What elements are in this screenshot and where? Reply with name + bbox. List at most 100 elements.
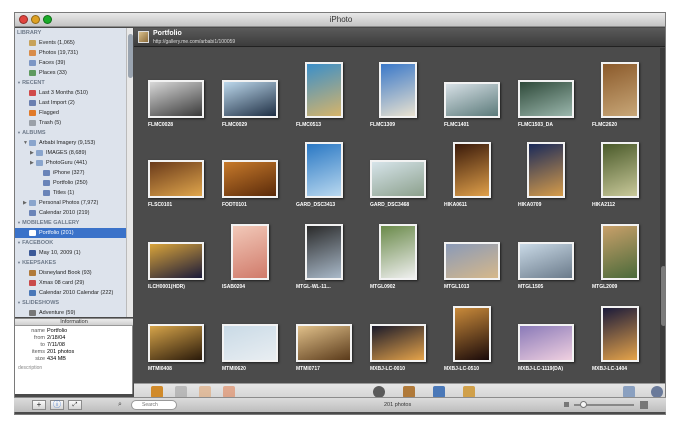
photo-cell[interactable]: GARD_DSC3468 xyxy=(366,132,446,212)
photo-cell[interactable]: MTGL1013 xyxy=(440,214,520,294)
photo-title[interactable]: MTGL1505 xyxy=(518,284,543,290)
sidebar-section-header[interactable]: ▼ MOBILEME GALLERY xyxy=(15,218,132,228)
photo-title[interactable]: FLMC1309 xyxy=(370,122,395,128)
photo-thumbnail[interactable] xyxy=(601,62,639,118)
photo-thumbnail[interactable] xyxy=(148,242,204,280)
sidebar-item[interactable]: Adventure (59) xyxy=(15,308,132,317)
photo-cell[interactable]: FODT0101 xyxy=(218,132,298,212)
photo-title[interactable]: MTGL2009 xyxy=(592,284,617,290)
photo-cell[interactable]: FLMC2620 xyxy=(588,52,665,132)
album-url-link[interactable]: http://gallery.me.com/arbabi1/100059 xyxy=(153,39,235,45)
sidebar-item[interactable]: iPhone (327) xyxy=(15,168,132,178)
photo-thumbnail[interactable] xyxy=(518,324,574,362)
photo-thumbnail[interactable] xyxy=(370,160,426,198)
photo-title[interactable]: MTMI0408 xyxy=(148,366,172,372)
photo-title[interactable]: FLMC0029 xyxy=(222,122,247,128)
photo-cell[interactable]: FLMC0513 xyxy=(292,52,372,132)
photo-title[interactable]: MTGL1013 xyxy=(444,284,469,290)
photo-thumbnail[interactable] xyxy=(370,324,426,362)
photo-cell[interactable]: MTGL2009 xyxy=(588,214,665,294)
photo-cell[interactable]: MTGL1505 xyxy=(514,214,594,294)
photo-title[interactable]: GARD_DSC3468 xyxy=(370,202,409,208)
photo-thumbnail[interactable] xyxy=(518,242,574,280)
sidebar-item[interactable]: Portfolio (250) xyxy=(15,178,132,188)
photo-title[interactable]: MXBJ-LC-0010 xyxy=(370,366,405,372)
photo-title[interactable]: MTGL-WL-11... xyxy=(296,284,331,290)
photo-thumbnail[interactable] xyxy=(518,80,574,118)
photo-cell[interactable]: FLSC0101 xyxy=(144,132,224,212)
sidebar-item[interactable]: Places (33) xyxy=(15,68,132,78)
photo-cell[interactable]: MXBJ-LC-0010 xyxy=(366,296,446,376)
photo-title[interactable]: MTMI0620 xyxy=(222,366,246,372)
sidebar-item[interactable]: Faces (39) xyxy=(15,58,132,68)
photo-title[interactable]: FLMC1503_DA xyxy=(518,122,553,128)
photo-cell[interactable]: FLMC1401 xyxy=(440,52,520,132)
photo-thumbnail[interactable] xyxy=(305,224,343,280)
photo-cell[interactable]: MXBJ-LC-1404 xyxy=(588,296,665,376)
sidebar-item[interactable]: ▶ IMAGES (8,689) xyxy=(15,148,132,158)
photo-thumbnail[interactable] xyxy=(148,160,204,198)
photo-cell[interactable]: HIKA0611 xyxy=(440,132,520,212)
sidebar-item[interactable]: ▶ Personal Photos (7,972) xyxy=(15,198,132,208)
sidebar-item[interactable]: Calendar 2010 Calendar (222) xyxy=(15,288,132,298)
sidebar-section-header[interactable]: ▼ ALBUMS xyxy=(15,128,132,138)
photo-thumbnail[interactable] xyxy=(148,324,204,362)
photo-thumbnail[interactable] xyxy=(453,306,491,362)
photo-cell[interactable]: FLMC0029 xyxy=(218,52,298,132)
photo-thumbnail[interactable] xyxy=(222,80,278,118)
photo-thumbnail[interactable] xyxy=(453,142,491,198)
photo-thumbnail[interactable] xyxy=(527,142,565,198)
photo-cell[interactable]: ILCH0001(HDR) xyxy=(144,214,224,294)
photo-grid-scroll-thumb[interactable] xyxy=(661,266,665,326)
photo-title[interactable]: FLMC1401 xyxy=(444,122,469,128)
sidebar-item[interactable]: Disneyland Book (93) xyxy=(15,268,132,278)
photo-thumbnail[interactable] xyxy=(222,160,278,198)
photo-cell[interactable]: ISAB0204 xyxy=(218,214,298,294)
sidebar-item[interactable]: Xmas 08 card (29) xyxy=(15,278,132,288)
photo-cell[interactable]: FLMC1309 xyxy=(366,52,446,132)
sidebar-item[interactable]: Flagged xyxy=(15,108,132,118)
photo-cell[interactable]: FLMC1503_DA xyxy=(514,52,594,132)
photo-cell[interactable]: MXBJ-LC-0510 xyxy=(440,296,520,376)
photo-cell[interactable]: MTGL-WL-11... xyxy=(292,214,372,294)
photo-title[interactable]: FODT0101 xyxy=(222,202,247,208)
photo-title[interactable]: FLMC0028 xyxy=(148,122,173,128)
sidebar-item[interactable]: Last Import (2) xyxy=(15,98,132,108)
photo-title[interactable]: HIKA2112 xyxy=(592,202,615,208)
photo-cell[interactable]: MTMI0408 xyxy=(144,296,224,376)
information-header[interactable]: Information xyxy=(15,318,133,326)
photo-title[interactable]: MXBJ-LC-1404 xyxy=(592,366,627,372)
sidebar-section-header[interactable]: ▼ SLIDESHOWS xyxy=(15,298,132,308)
search-input[interactable] xyxy=(131,400,177,410)
info-button[interactable]: ⓘ xyxy=(50,400,64,410)
photo-thumbnail[interactable] xyxy=(231,224,269,280)
photo-title[interactable]: MTMI0717 xyxy=(296,366,320,372)
photo-cell[interactable]: MTGL0902 xyxy=(366,214,446,294)
sidebar-section-header[interactable]: ▼ RECENT xyxy=(15,78,132,88)
description-field[interactable]: description xyxy=(15,365,132,371)
sidebar-section-header[interactable]: LIBRARY xyxy=(15,28,132,38)
zoom-slider-knob[interactable] xyxy=(580,401,587,408)
sidebar-item[interactable]: Trash (5) xyxy=(15,118,132,128)
photo-grid-scrollbar[interactable] xyxy=(660,48,665,383)
photo-title[interactable]: HIKA0709 xyxy=(518,202,541,208)
photo-title[interactable]: ISAB0204 xyxy=(222,284,245,290)
sidebar-item[interactable]: ▶ PhotoGuru (441) xyxy=(15,158,132,168)
photo-thumbnail[interactable] xyxy=(444,242,500,280)
sidebar-item[interactable]: Events (1,065) xyxy=(15,38,132,48)
sidebar-item[interactable]: Last 3 Months (510) xyxy=(15,88,132,98)
photo-title[interactable]: FLMC2620 xyxy=(592,122,617,128)
photo-cell[interactable]: HIKA2112 xyxy=(588,132,665,212)
photo-title[interactable]: FLSC0101 xyxy=(148,202,172,208)
search-filter-icon[interactable]: ⌕ xyxy=(118,401,122,409)
photo-cell[interactable]: GARD_DSC3413 xyxy=(292,132,372,212)
photo-thumbnail[interactable] xyxy=(305,142,343,198)
photo-title[interactable]: MXBJ-LC-1119(DA) xyxy=(518,366,563,372)
photo-title[interactable]: MTGL0902 xyxy=(370,284,395,290)
photo-thumbnail[interactable] xyxy=(305,62,343,118)
photo-cell[interactable]: MXBJ-LC-1119(DA) xyxy=(514,296,594,376)
photo-title[interactable]: FLMC0513 xyxy=(296,122,321,128)
photo-title[interactable]: HIKA0611 xyxy=(444,202,467,208)
photo-thumbnail[interactable] xyxy=(601,306,639,362)
source-list-scroll-thumb[interactable] xyxy=(128,34,133,78)
